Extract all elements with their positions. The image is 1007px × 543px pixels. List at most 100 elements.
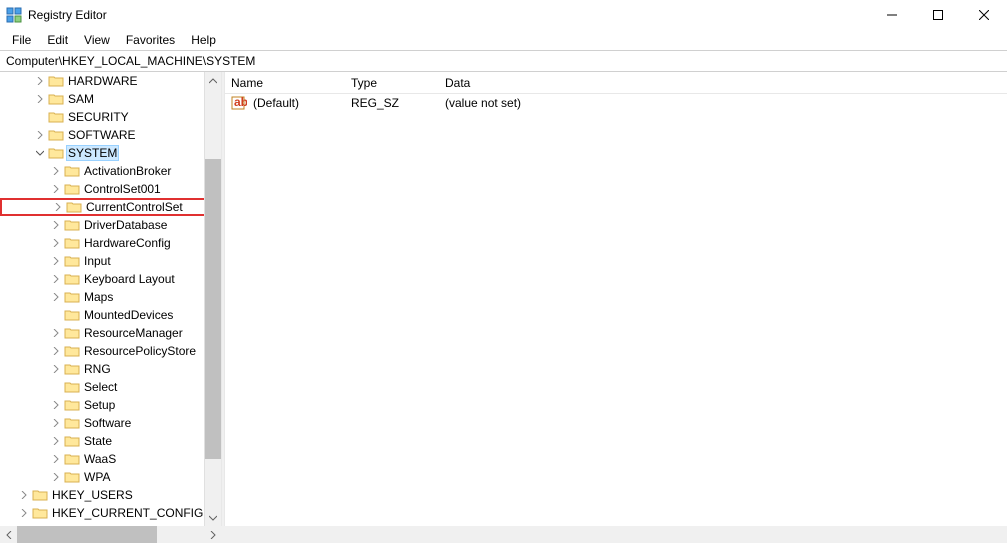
menu-view[interactable]: View	[76, 31, 118, 49]
tree-item-software2[interactable]: Software	[0, 414, 221, 432]
chevron-right-icon[interactable]	[48, 271, 64, 287]
close-button[interactable]	[961, 0, 1007, 30]
tree-label: State	[82, 434, 114, 448]
chevron-right-icon[interactable]	[48, 469, 64, 485]
column-header-type[interactable]: Type	[345, 72, 439, 93]
chevron-right-icon[interactable]	[32, 73, 48, 89]
tree-label: Maps	[82, 290, 115, 304]
folder-icon	[64, 343, 80, 359]
tree-label: DriverDatabase	[82, 218, 169, 232]
value-data: (value not set)	[445, 96, 521, 110]
chevron-right-icon[interactable]	[48, 253, 64, 269]
tree-item-maps[interactable]: Maps	[0, 288, 221, 306]
tree-label: HKEY_USERS	[50, 488, 135, 502]
chevron-right-icon[interactable]	[48, 163, 64, 179]
chevron-right-icon[interactable]	[48, 451, 64, 467]
folder-icon	[32, 487, 48, 503]
menu-edit[interactable]: Edit	[39, 31, 76, 49]
scroll-thumb[interactable]	[205, 159, 221, 459]
tree-label: HKEY_CURRENT_CONFIG	[50, 506, 205, 520]
tree-item-driverdatabase[interactable]: DriverDatabase	[0, 216, 221, 234]
chevron-right-icon[interactable]	[48, 361, 64, 377]
chevron-right-icon[interactable]	[48, 235, 64, 251]
address-text: Computer\HKEY_LOCAL_MACHINE\SYSTEM	[6, 54, 255, 68]
column-header-data[interactable]: Data	[439, 72, 1007, 93]
tree-item-resourcepolicystore[interactable]: ResourcePolicyStore	[0, 342, 221, 360]
chevron-down-icon[interactable]	[32, 145, 48, 161]
tree-item-resourcemanager[interactable]: ResourceManager	[0, 324, 221, 342]
folder-icon	[48, 73, 64, 89]
scroll-left-button[interactable]	[0, 526, 17, 543]
folder-icon	[64, 397, 80, 413]
chevron-right-icon[interactable]	[48, 289, 64, 305]
chevron-right-icon[interactable]	[32, 127, 48, 143]
chevron-right-icon[interactable]	[16, 505, 32, 521]
tree-item-waas[interactable]: WaaS	[0, 450, 221, 468]
tree-item-security[interactable]: SECURITY	[0, 108, 221, 126]
tree-item-hardware[interactable]: HARDWARE	[0, 72, 221, 90]
tree-item-keyboardlayout[interactable]: Keyboard Layout	[0, 270, 221, 288]
chevron-right-icon[interactable]	[48, 181, 64, 197]
tree-item-wpa[interactable]: WPA	[0, 468, 221, 486]
chevron-right-icon[interactable]	[32, 91, 48, 107]
tree-item-activationbroker[interactable]: ActivationBroker	[0, 162, 221, 180]
tree-item-hardwareconfig[interactable]: HardwareConfig	[0, 234, 221, 252]
content: HARDWARE SAM SECURITY SOFTWARE	[0, 72, 1007, 526]
tree-label: SAM	[66, 92, 96, 106]
chevron-right-icon[interactable]	[48, 217, 64, 233]
scroll-track[interactable]	[205, 89, 221, 509]
folder-icon	[64, 469, 80, 485]
column-header-name[interactable]: Name	[225, 72, 345, 93]
tree[interactable]: HARDWARE SAM SECURITY SOFTWARE	[0, 72, 221, 522]
tree-item-system[interactable]: SYSTEM	[0, 144, 221, 162]
minimize-button[interactable]	[869, 0, 915, 30]
tree-item-mounteddevices[interactable]: MountedDevices	[0, 306, 221, 324]
tree-item-hkey-current-config[interactable]: HKEY_CURRENT_CONFIG	[0, 504, 221, 522]
tree-item-controlset001[interactable]: ControlSet001	[0, 180, 221, 198]
list-row[interactable]: ab (Default) REG_SZ (value not set)	[225, 94, 1007, 112]
tree-item-currentcontrolset[interactable]: CurrentControlSet	[0, 198, 221, 216]
window-title: Registry Editor	[28, 8, 869, 22]
menu-favorites[interactable]: Favorites	[118, 31, 183, 49]
tree-item-rng[interactable]: RNG	[0, 360, 221, 378]
chevron-right-icon[interactable]	[48, 397, 64, 413]
tree-item-setup[interactable]: Setup	[0, 396, 221, 414]
tree-label: CurrentControlSet	[84, 200, 185, 214]
tree-item-sam[interactable]: SAM	[0, 90, 221, 108]
chevron-right-icon[interactable]	[48, 343, 64, 359]
menu-help[interactable]: Help	[183, 31, 224, 49]
titlebar: Registry Editor	[0, 0, 1007, 30]
column-label: Type	[351, 76, 377, 90]
scroll-right-button[interactable]	[204, 526, 221, 543]
tree-label: WPA	[82, 470, 112, 484]
scroll-track[interactable]	[17, 526, 204, 543]
tree-item-software[interactable]: SOFTWARE	[0, 126, 221, 144]
tree-item-input[interactable]: Input	[0, 252, 221, 270]
menu-file[interactable]: File	[4, 31, 39, 49]
chevron-right-icon[interactable]	[50, 199, 66, 215]
tree-horizontal-scrollbar[interactable]	[0, 526, 1007, 543]
tree-label: ResourceManager	[82, 326, 185, 340]
tree-vertical-scrollbar[interactable]	[204, 72, 221, 526]
scroll-thumb[interactable]	[17, 526, 157, 543]
tree-item-select[interactable]: Select	[0, 378, 221, 396]
menubar: File Edit View Favorites Help	[0, 30, 1007, 50]
folder-icon	[64, 325, 80, 341]
string-value-icon: ab	[231, 95, 247, 111]
chevron-right-icon[interactable]	[48, 415, 64, 431]
folder-icon	[48, 145, 64, 161]
expander-placeholder	[48, 307, 64, 323]
scroll-up-button[interactable]	[205, 72, 221, 89]
chevron-right-icon[interactable]	[16, 487, 32, 503]
list-header: Name Type Data	[225, 72, 1007, 94]
address-bar[interactable]: Computer\HKEY_LOCAL_MACHINE\SYSTEM	[0, 50, 1007, 72]
maximize-button[interactable]	[915, 0, 961, 30]
column-label: Data	[445, 76, 470, 90]
scroll-down-button[interactable]	[205, 509, 221, 526]
chevron-right-icon[interactable]	[48, 325, 64, 341]
tree-item-state[interactable]: State	[0, 432, 221, 450]
tree-item-hkey-users[interactable]: HKEY_USERS	[0, 486, 221, 504]
chevron-right-icon[interactable]	[48, 433, 64, 449]
tree-label: Keyboard Layout	[82, 272, 177, 286]
tree-label: ActivationBroker	[82, 164, 173, 178]
